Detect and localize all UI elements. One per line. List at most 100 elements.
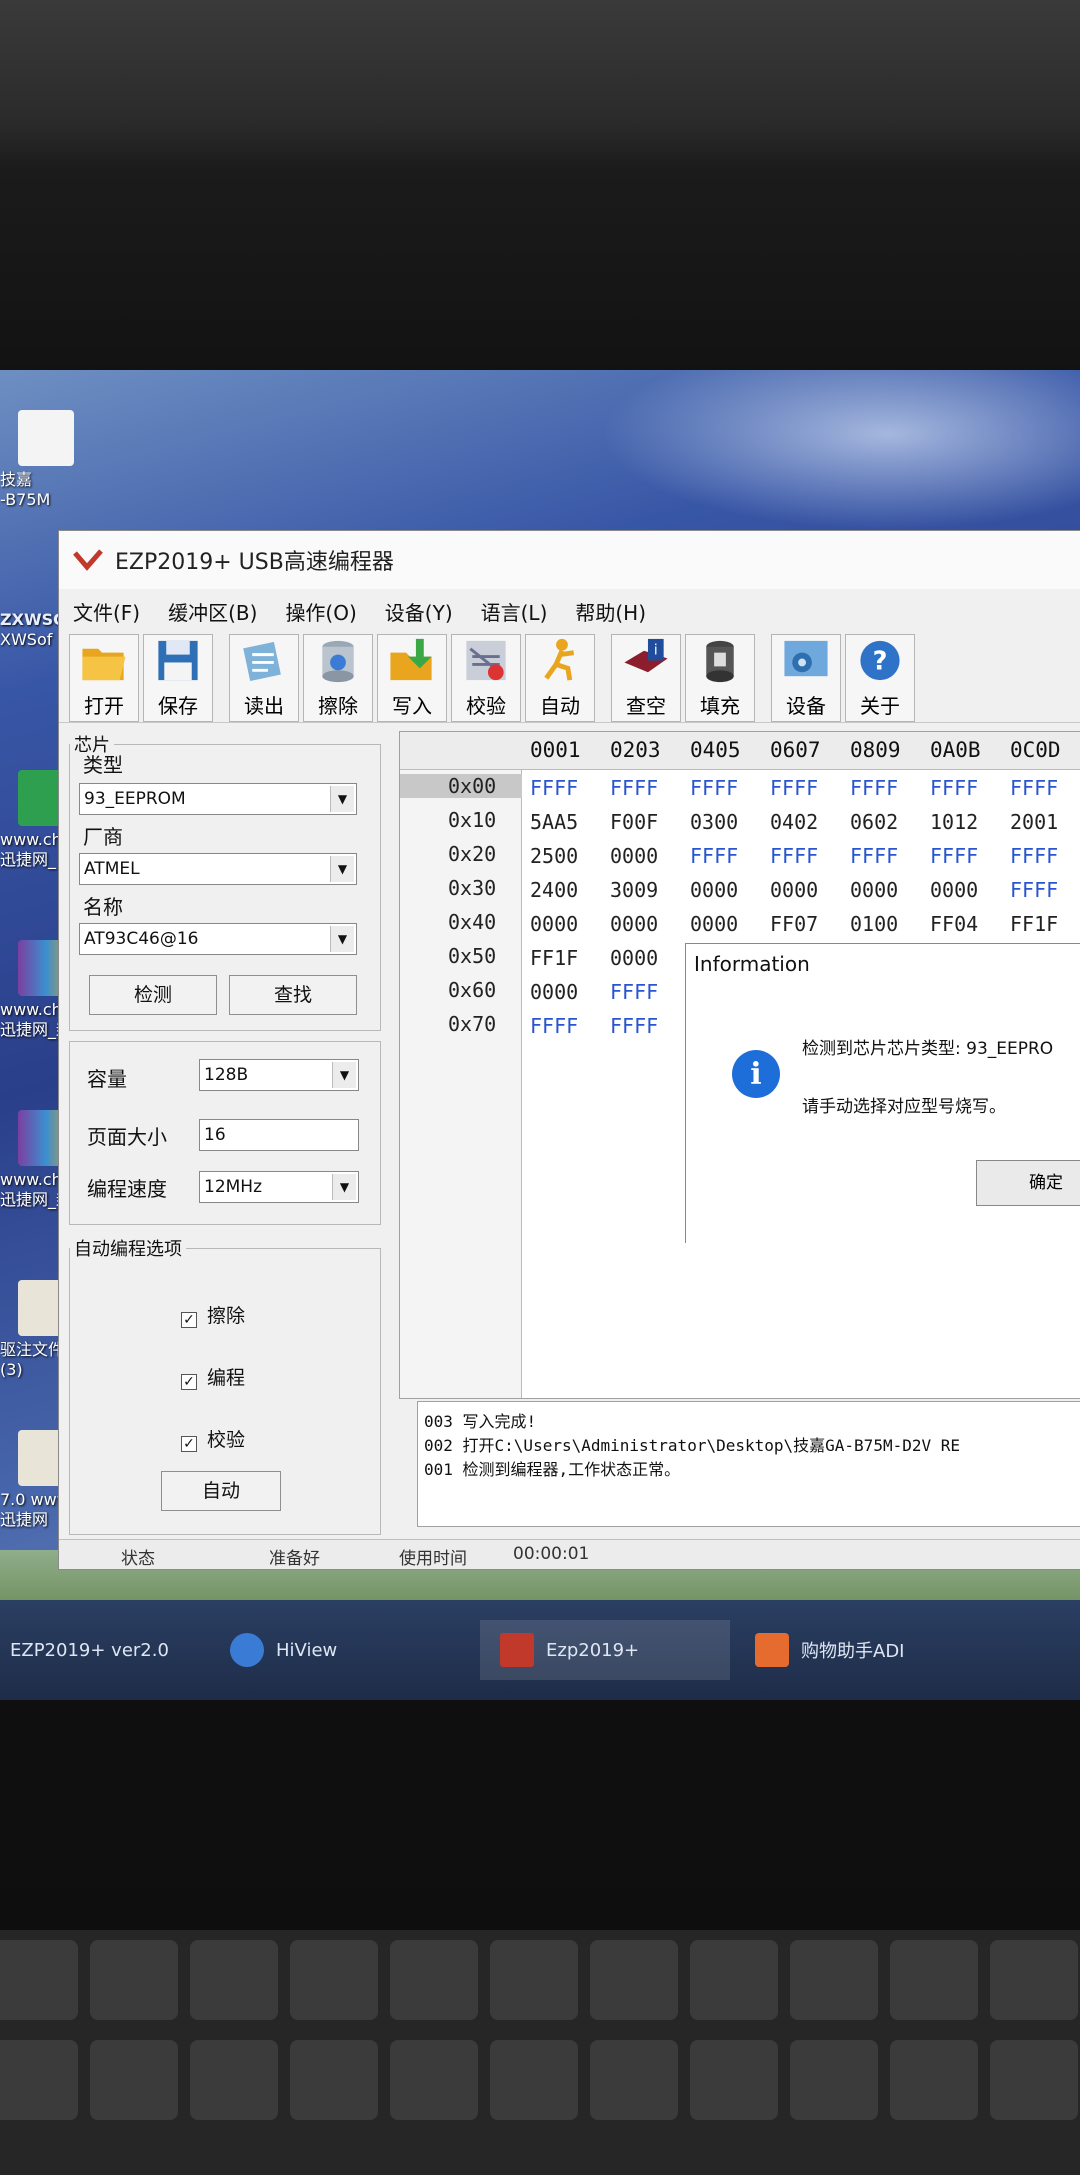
menu-file[interactable]: 文件(F) [73,597,140,626]
keyboard-key [790,1940,878,2020]
chip-name-value: AT93C46@16 [84,929,199,949]
hex-cell[interactable]: FFFF [850,844,898,868]
status-label: 状态 [121,1549,155,1569]
capacity-select[interactable]: 128B ▼ [199,1059,359,1091]
hex-cell[interactable]: 0300 [690,810,738,834]
write-icon [390,638,432,681]
save-button[interactable]: 保存 [143,634,213,722]
blank-check-button[interactable]: i 查空 [611,634,681,722]
hex-cell[interactable]: 0000 [610,912,658,936]
page-size-field[interactable]: 16 [199,1119,359,1151]
hex-cell[interactable]: FFFF [690,776,738,800]
hex-cell[interactable]: 5AA5 [530,810,578,834]
search-button[interactable]: 查找 [229,975,357,1015]
open-button[interactable]: 打开 [69,634,139,722]
hex-cell[interactable]: FFFF [930,844,978,868]
log-panel: 003 写入完成! 002 打开C:\Users\Administrator\D… [417,1401,1080,1527]
hex-cell[interactable]: 0402 [770,810,818,834]
hex-cell[interactable]: F00F [610,810,658,834]
speed-value: 12MHz [204,1177,263,1197]
hex-cell[interactable]: 0000 [530,912,578,936]
hex-cell[interactable]: FFFF [1010,878,1058,902]
keyboard-key [190,2040,278,2120]
toolbar-label: 设备 [786,694,826,718]
hex-cell[interactable]: FF1F [530,946,578,970]
hex-row-address: 0x60 [448,978,497,1002]
hex-cell[interactable]: FFFF [770,844,818,868]
speed-select[interactable]: 12MHz ▼ [199,1171,359,1203]
hex-cell[interactable]: FFFF [770,776,818,800]
ezp-app-icon [73,549,103,571]
hex-cell[interactable]: FFFF [930,776,978,800]
menu-operation[interactable]: 操作(O) [285,597,356,626]
taskbar-item-ezp2019[interactable]: Ezp2019+ [480,1620,730,1680]
log-line: 003 写入完成! [424,1412,537,1431]
chip-type-select[interactable]: 93_EEPROM ▼ [79,783,357,815]
write-button[interactable]: 写入 [377,634,447,722]
read-button[interactable]: 读出 [229,634,299,722]
hex-cell[interactable]: 0000 [530,980,578,1004]
auto-button[interactable]: 自动 [525,634,595,722]
device-button[interactable]: 设备 [771,634,841,722]
taskbar-item-shopping[interactable]: 购物助手ADI [745,1620,1075,1680]
menu-language[interactable]: 语言(L) [481,597,548,626]
verify-button[interactable]: 校验 [451,634,521,722]
hex-cell[interactable]: 0000 [770,878,818,902]
chip-type-value: 93_EEPROM [84,789,186,809]
hex-cell[interactable]: 0000 [690,912,738,936]
menu-device[interactable]: 设备(Y) [385,597,453,626]
hex-cell[interactable]: 1012 [930,810,978,834]
detect-button[interactable]: 检测 [89,975,217,1015]
hex-cell[interactable]: FFFF [690,844,738,868]
hex-cell[interactable]: 0000 [610,946,658,970]
erase-checkbox[interactable]: ✓ 擦除 [181,1301,245,1328]
program-checkbox[interactable]: ✓ 编程 [181,1363,245,1390]
hex-cell[interactable]: 0000 [850,878,898,902]
hex-cell[interactable]: FFFF [1010,844,1058,868]
hex-cell[interactable]: FFFF [610,1014,658,1038]
auto-program-button[interactable]: 自动 [161,1471,281,1511]
fill-button[interactable]: 填充 [685,634,755,722]
chevron-down-icon: ▼ [332,1062,356,1088]
hex-cell[interactable]: FFFF [610,980,658,1004]
hex-cell[interactable]: 0100 [850,912,898,936]
keyboard-key [790,2040,878,2120]
hex-cell[interactable]: FFFF [610,776,658,800]
erase-button[interactable]: 擦除 [303,634,373,722]
keyboard-key [690,2040,778,2120]
hex-cell[interactable]: 0000 [930,878,978,902]
hex-cell[interactable]: 2001 [1010,810,1058,834]
taskbar-item-ezp2019-v2[interactable]: EZP2019+ ver2.0 [10,1620,220,1680]
menu-help[interactable]: 帮助(H) [575,597,646,626]
hex-cell[interactable]: FF07 [770,912,818,936]
hex-cell[interactable]: FFFF [530,1014,578,1038]
hex-cell[interactable]: 0000 [610,844,658,868]
hex-row-address: 0x00 [400,774,522,798]
hex-cell[interactable]: FFFF [530,776,578,800]
hex-cell[interactable]: 2500 [530,844,578,868]
desktop-icon-sublabel: -B75M [0,490,51,509]
hex-column-header: 0809 [850,738,901,762]
hex-cell[interactable]: 2400 [530,878,578,902]
chip-name-select[interactable]: AT93C46@16 ▼ [79,923,357,955]
verify-checkbox[interactable]: ✓ 校验 [181,1425,245,1452]
floppy-save-icon [158,640,198,681]
ok-button[interactable]: 确定 [976,1160,1080,1206]
menu-buffer[interactable]: 缓冲区(B) [168,597,257,626]
hex-cell[interactable]: FFFF [850,776,898,800]
hex-cell[interactable]: 0602 [850,810,898,834]
hex-cell[interactable]: FF04 [930,912,978,936]
hex-cell[interactable]: FF1F [1010,912,1058,936]
about-button[interactable]: ? 关于 [845,634,915,722]
hex-column-header: 0C0D [1010,738,1061,762]
hex-cell[interactable]: 0000 [690,878,738,902]
chip-vendor-select[interactable]: ATMEL ▼ [79,853,357,885]
toolbar-label: 关于 [860,694,900,718]
toolbar-label: 读出 [244,694,284,718]
taskbar-item-hiview[interactable]: HiView [230,1620,470,1680]
window-titlebar[interactable]: EZP2019+ USB高速编程器 [59,531,1080,589]
taskbar: EZP2019+ ver2.0 HiView Ezp2019+ 购物助手ADI [0,1600,1080,1700]
hex-cell[interactable]: FFFF [1010,776,1058,800]
hex-cell[interactable]: 3009 [610,878,658,902]
desktop-icon-file[interactable]: 技嘉 -B75M [0,410,90,510]
